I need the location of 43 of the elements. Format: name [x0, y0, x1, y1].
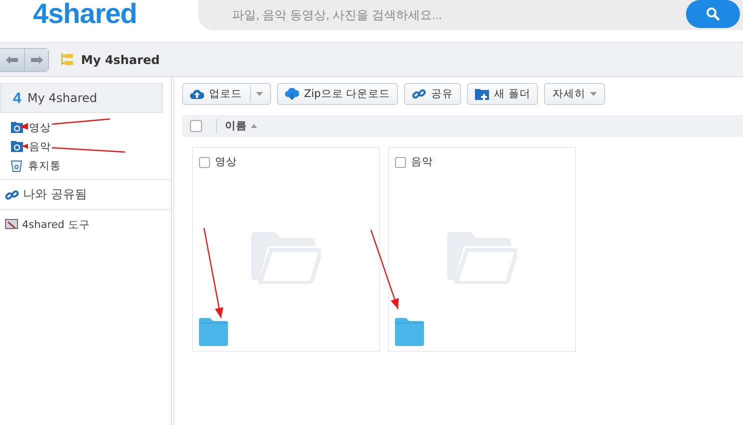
sidebar-header[interactable]: 4 My 4shared: [0, 83, 163, 113]
cloud-download-icon: [285, 88, 299, 100]
sidebar-item[interactable]: 영상: [0, 118, 171, 137]
link-icon: [5, 188, 19, 200]
column-header[interactable]: 이름: [225, 119, 247, 133]
folder-icon: [199, 318, 228, 346]
back-button[interactable]: [0, 48, 24, 70]
toolbar-button[interactable]: 업로드: [182, 83, 271, 105]
folder-icon: [11, 122, 23, 133]
right-arrow-icon: [30, 56, 42, 64]
breadcrumb[interactable]: My 4shared: [81, 52, 160, 66]
trash-icon: [11, 160, 22, 172]
folder-icon: [395, 318, 424, 346]
toolbar-button[interactable]: 자세히: [544, 83, 606, 105]
checkbox[interactable]: [395, 156, 406, 168]
left-arrow-icon: [6, 56, 18, 64]
sidebar-section[interactable]: 4shared 도구: [0, 209, 171, 239]
logo-mark: 4: [13, 90, 22, 106]
logo[interactable]: 4shared: [0, 0, 198, 28]
forward-button[interactable]: [24, 48, 48, 70]
monitor-icon: [5, 219, 18, 230]
cloud-upload-icon: [190, 88, 204, 100]
folder-icon: [11, 141, 23, 152]
folder-tree-icon: [61, 53, 73, 66]
search-icon: [706, 7, 720, 21]
folder-name: 음악: [411, 155, 433, 169]
folder-name: 영상: [215, 155, 237, 169]
folder-card[interactable]: 영상: [192, 147, 380, 352]
link-icon: [412, 88, 426, 100]
search-button[interactable]: [686, 0, 740, 28]
select-all-checkbox[interactable]: [190, 120, 202, 132]
sidebar-item[interactable]: 음악: [0, 137, 171, 156]
sidebar-header-label: My 4shared: [27, 91, 98, 105]
checkbox[interactable]: [199, 156, 210, 168]
folder-card[interactable]: 음악: [388, 147, 576, 352]
toolbar-button[interactable]: 새 폴더: [467, 83, 538, 105]
sidebar-section[interactable]: 나와 공유됨: [0, 179, 171, 209]
toolbar-button[interactable]: 공유: [404, 83, 462, 105]
toolbar-button[interactable]: Zip으로 다운로드: [277, 83, 398, 105]
folder-plus-icon: [475, 88, 490, 100]
search-bar[interactable]: 파일, 음악 동영상, 사진을 검색하세요...: [198, 0, 743, 30]
search-field[interactable]: 파일, 음악 동영상, 사진을 검색하세요...: [230, 7, 670, 23]
sidebar-item[interactable]: 휴지통: [0, 156, 171, 175]
